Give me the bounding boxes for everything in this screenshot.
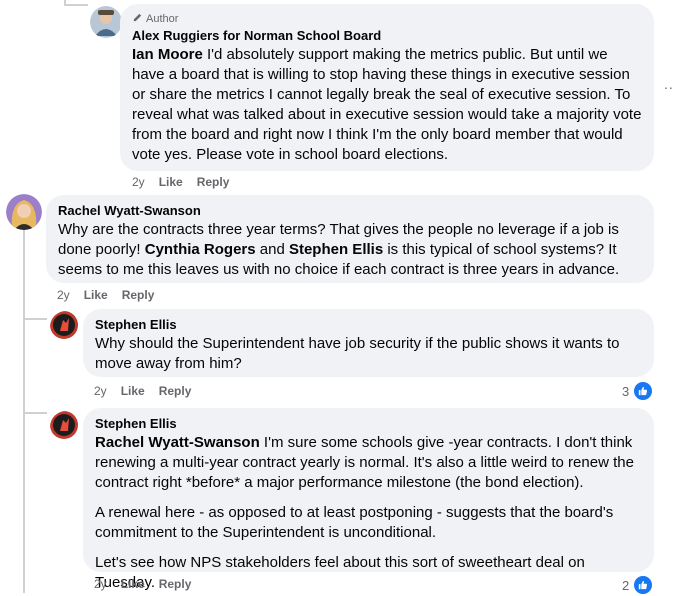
- reaction-count: 3: [622, 383, 630, 399]
- comment-actions: 2y Like Reply: [94, 577, 191, 591]
- mention-link[interactable]: Stephen Ellis: [289, 241, 383, 258]
- avatar[interactable]: [90, 6, 122, 38]
- comment-actions: 2y Like Reply: [57, 288, 154, 302]
- timestamp[interactable]: 2y: [94, 384, 107, 398]
- comment-body: and: [255, 241, 289, 258]
- comment-text: Ian Moore I'd absolutely support making …: [132, 45, 642, 165]
- timestamp[interactable]: 2y: [132, 175, 145, 189]
- reply-button[interactable]: Reply: [159, 577, 192, 591]
- thread-line: [23, 412, 47, 414]
- thumbs-up-icon: [632, 380, 655, 402]
- like-button[interactable]: Like: [159, 175, 183, 189]
- avatar[interactable]: [50, 311, 82, 343]
- thread-line: [23, 228, 25, 593]
- reaction-summary[interactable]: 3: [622, 380, 655, 402]
- more-options-button[interactable]: ..: [664, 76, 674, 92]
- reply-button[interactable]: Reply: [122, 288, 155, 302]
- thread-line: [64, 4, 88, 6]
- like-button[interactable]: Like: [121, 577, 145, 591]
- comment-body: I'd absolutely support making the metric…: [132, 46, 642, 163]
- mention-link[interactable]: Cynthia Rogers: [145, 241, 256, 258]
- timestamp[interactable]: 2y: [94, 577, 107, 591]
- reply-button[interactable]: Reply: [159, 384, 192, 398]
- comment-paragraph: A renewal here - as opposed to at least …: [95, 504, 614, 541]
- pencil-icon: [132, 12, 143, 26]
- timestamp[interactable]: 2y: [57, 288, 70, 302]
- like-button[interactable]: Like: [84, 288, 108, 302]
- comment-bubble: Rachel Wyatt-Swanson Why are the contrac…: [46, 195, 654, 283]
- comment-actions: 2y Like Reply: [94, 384, 191, 398]
- comment-bubble: Stephen Ellis Why should the Superintend…: [83, 309, 654, 377]
- comment-text: Why are the contracts three year terms? …: [58, 220, 642, 280]
- reaction-count: 2: [622, 577, 630, 593]
- reply-button[interactable]: Reply: [197, 175, 230, 189]
- commenter-name[interactable]: Rachel Wyatt-Swanson: [58, 203, 642, 218]
- comment-text: Why should the Superintendent have job s…: [95, 335, 620, 372]
- author-badge-label: Author: [146, 13, 179, 25]
- avatar[interactable]: [50, 411, 82, 443]
- mention-link[interactable]: Ian Moore: [132, 46, 203, 63]
- author-badge: Author: [132, 12, 642, 26]
- thread-line: [23, 318, 47, 320]
- comment-bubble: Author Alex Ruggiers for Norman School B…: [120, 4, 654, 171]
- commenter-name[interactable]: Alex Ruggiers for Norman School Board: [132, 28, 642, 43]
- comment-actions: 2y Like Reply: [132, 175, 229, 189]
- commenter-name[interactable]: Stephen Ellis: [95, 416, 642, 431]
- commenter-name[interactable]: Stephen Ellis: [95, 317, 642, 332]
- comment-text: Rachel Wyatt-Swanson I'm sure some schoo…: [95, 433, 642, 593]
- avatar[interactable]: [6, 194, 42, 230]
- like-button[interactable]: Like: [121, 384, 145, 398]
- comment-bubble: Stephen Ellis Rachel Wyatt-Swanson I'm s…: [83, 408, 654, 591]
- mention-link[interactable]: Rachel Wyatt-Swanson: [95, 434, 260, 451]
